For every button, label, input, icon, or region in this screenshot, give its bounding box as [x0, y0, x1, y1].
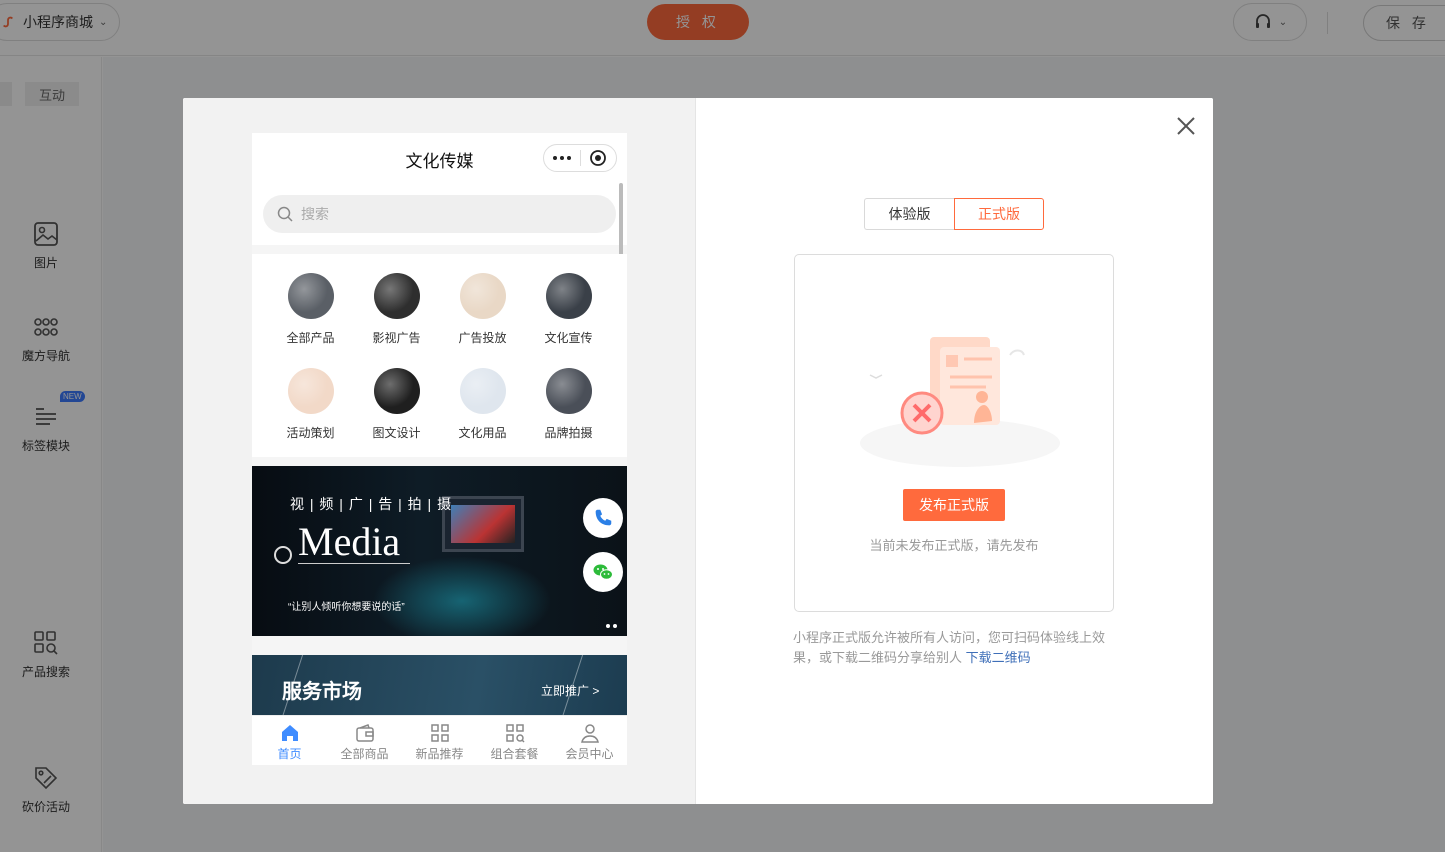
- promote-link[interactable]: 立即推广 >: [541, 682, 599, 699]
- phone-icon: [595, 509, 612, 526]
- category-thumbnail: [287, 368, 334, 414]
- tab-label: 首页: [277, 747, 302, 761]
- user-icon: [580, 724, 599, 743]
- category-nav-item[interactable]: 文化用品: [440, 368, 526, 457]
- category-nav-item[interactable]: 全部产品: [268, 273, 354, 362]
- phone-preview-pane: 文化传媒 搜索 全部产品 影视广告 广告投放 文化宣传活动策划 图文设计 文化用品 品牌拍摄: [183, 98, 695, 804]
- official-version-tab[interactable]: 正式版: [954, 198, 1044, 230]
- search-placeholder: 搜索: [301, 206, 329, 222]
- tab-label: 全部商品: [340, 747, 389, 761]
- category-nav-item[interactable]: 图文设计: [354, 368, 440, 457]
- trial-version-tab[interactable]: 体验版: [864, 198, 954, 230]
- category-label: 影视广告: [372, 331, 421, 345]
- tab-new-products[interactable]: 新品推荐: [402, 716, 477, 765]
- download-qr-link[interactable]: 下载二维码: [966, 650, 1031, 665]
- category-label: 文化宣传: [544, 331, 593, 345]
- category-thumbnail: [545, 368, 592, 414]
- media-banner[interactable]: 视 | 频 | 广 | 告 | 拍 | 摄 Media “让别人倾听你想要说的话…: [252, 466, 627, 636]
- banner-title: Media: [298, 519, 401, 564]
- category-thumbnail: [459, 368, 506, 414]
- category-nav-item[interactable]: 广告投放: [440, 273, 526, 362]
- not-published-illustration: [860, 337, 1060, 467]
- grid-icon: [430, 724, 449, 742]
- phone-call-button[interactable]: [583, 498, 623, 538]
- description-text: 小程序正式版允许被所有人访问，您可扫码体验线上效果，或下载二维码分享给别人: [793, 630, 1106, 665]
- search-section: 搜索: [252, 185, 627, 245]
- grid-search-icon: [505, 724, 525, 743]
- tab-label: 组合套餐: [490, 747, 539, 761]
- category-thumbnail: [287, 273, 334, 319]
- category-thumbnail: [459, 273, 506, 319]
- phone-header: 文化传媒: [252, 133, 627, 185]
- category-label: 品牌拍摄: [544, 426, 593, 440]
- publish-description: 小程序正式版允许被所有人访问，您可扫码体验线上效果，或下载二维码分享给别人 下载…: [793, 628, 1115, 668]
- close-icon[interactable]: [1174, 114, 1198, 138]
- search-input[interactable]: 搜索: [263, 195, 616, 233]
- search-icon: [277, 206, 293, 222]
- camera-image: [442, 496, 524, 552]
- mini-program-capsule[interactable]: [543, 144, 617, 172]
- category-nav-item[interactable]: 文化宣传: [526, 273, 612, 362]
- close-target-icon[interactable]: [580, 149, 616, 167]
- category-label: 图文设计: [372, 426, 421, 440]
- wallet-icon: [355, 724, 374, 742]
- qr-code-card: 发布正式版 当前未发布正式版，请先发布: [794, 254, 1114, 612]
- tab-label: 会员中心: [565, 747, 614, 761]
- category-label: 活动策划: [286, 426, 335, 440]
- tab-combo-packages[interactable]: 组合套餐: [477, 716, 552, 765]
- banner-subtitle: 视 | 频 | 广 | 告 | 拍 | 摄: [290, 496, 453, 512]
- service-market-banner[interactable]: 服务市场 立即推广 >: [252, 655, 627, 717]
- banner-underline: [298, 563, 410, 564]
- wechat-button[interactable]: [583, 552, 623, 592]
- camera-screen: [451, 505, 515, 543]
- category-nav-grid: 全部产品 影视广告 广告投放 文化宣传活动策划 图文设计 文化用品 品牌拍摄: [252, 254, 627, 457]
- banner-glow: [372, 556, 552, 636]
- not-published-hint: 当前未发布正式版，请先发布: [869, 538, 1039, 553]
- category-label: 广告投放: [458, 331, 507, 345]
- tab-home[interactable]: 首页: [252, 716, 327, 765]
- carousel-indicator[interactable]: [606, 624, 617, 628]
- more-icon[interactable]: [544, 156, 580, 160]
- category-nav-item[interactable]: 品牌拍摄: [526, 368, 612, 457]
- category-nav-item[interactable]: 影视广告: [354, 273, 440, 362]
- phone-preview: 文化传媒 搜索 全部产品 影视广告 广告投放 文化宣传活动策划 图文设计 文化用品 品牌拍摄: [252, 133, 627, 765]
- tab-label: 新品推荐: [415, 747, 464, 761]
- publish-pane: 体验版 正式版 发布正式版 当前未发布正式版，请先发布 小程序正式版允许被所有人…: [695, 98, 1213, 804]
- category-thumbnail: [373, 273, 420, 319]
- category-label: 全部产品: [286, 331, 335, 345]
- banner-quote: “让别人倾听你想要说的话”: [288, 602, 405, 613]
- wechat-icon: [593, 564, 613, 580]
- version-toggle: 体验版 正式版: [864, 198, 1044, 230]
- category-thumbnail: [545, 273, 592, 319]
- publish-modal: 文化传媒 搜索 全部产品 影视广告 广告投放 文化宣传活动策划 图文设计 文化用品 品牌拍摄: [183, 98, 1213, 804]
- tab-all-products[interactable]: 全部商品: [327, 716, 402, 765]
- category-label: 文化用品: [458, 426, 507, 440]
- service-title: 服务市场: [282, 681, 362, 703]
- publish-official-button[interactable]: 发布正式版: [903, 489, 1005, 521]
- film-reel-icon: [274, 546, 292, 564]
- tab-member-center[interactable]: 会员中心: [552, 716, 627, 765]
- bottom-tab-bar: 首页 全部商品 新品推荐 组合套餐 会员中心: [252, 715, 627, 765]
- home-icon: [281, 725, 298, 741]
- category-thumbnail: [373, 368, 420, 414]
- category-nav-item[interactable]: 活动策划: [268, 368, 354, 457]
